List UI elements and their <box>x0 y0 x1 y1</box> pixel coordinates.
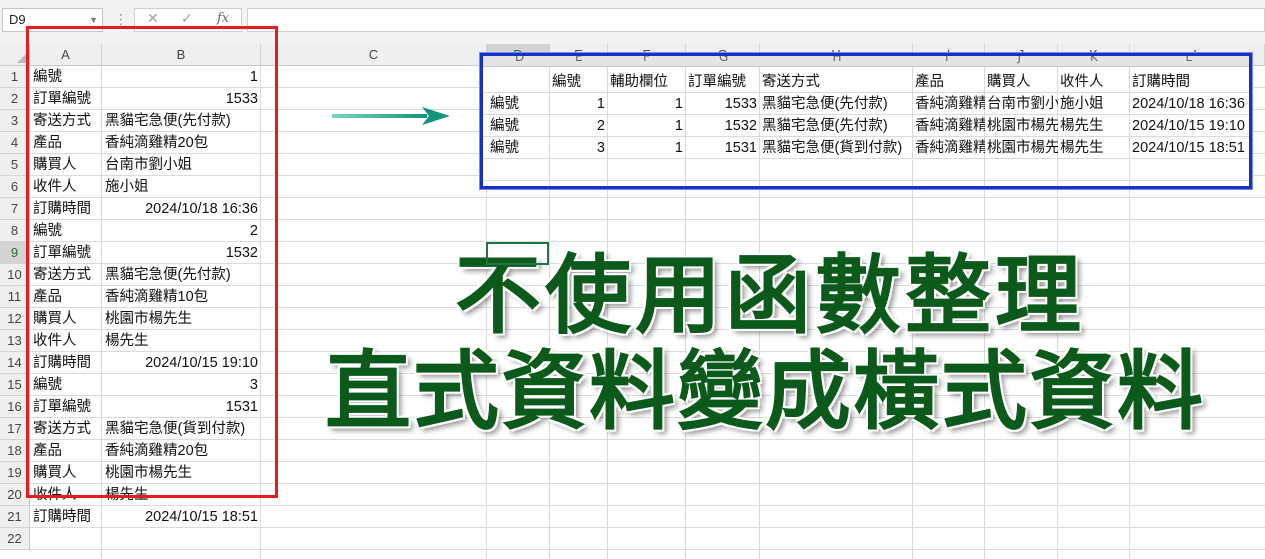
result-data-cell: 1531 <box>724 140 757 156</box>
check-icon[interactable]: ✓ <box>181 11 193 27</box>
result-data-cell: 香純滴雞精20包 <box>915 140 985 156</box>
result-data-cell: 香純滴雞精10包 <box>915 118 985 134</box>
name-box-value: D9 <box>9 12 26 27</box>
gridline-horizontal <box>30 549 1265 550</box>
arrow-right-icon <box>332 107 450 125</box>
result-data-cell: 1 <box>596 96 605 112</box>
formula-input[interactable] <box>247 8 1265 32</box>
result-header-cell: 訂單編號 <box>688 74 746 90</box>
result-data-cell: 2024/10/18 16:36 <box>1132 96 1245 112</box>
result-data-cell: 黑貓宅急便(先付款) <box>762 118 888 134</box>
result-header-cell: 寄送方式 <box>762 74 820 90</box>
result-data-cell: 1 <box>674 140 683 156</box>
result-data-cell: 編號 <box>490 96 519 112</box>
result-data-cell: 施小姐 <box>1060 96 1104 112</box>
result-data-cell: 編號 <box>490 118 519 134</box>
result-data-cell: 黑貓宅急便(貨到付款) <box>762 140 903 156</box>
result-data-cell: 1533 <box>724 96 757 112</box>
result-header-cell: 產品 <box>915 74 944 90</box>
result-header-cell: 編號 <box>552 74 581 90</box>
result-column-letter: L <box>1185 56 1193 64</box>
result-column-letter: J <box>1017 56 1022 64</box>
title-line-2: 直式資料變成橫式資料 <box>325 342 1205 442</box>
result-column-letter: D <box>515 56 525 64</box>
result-data-cell: 黑貓宅急便(先付款) <box>762 96 888 112</box>
active-cell-d9[interactable] <box>486 242 549 265</box>
result-data-cell: 台南市劉小姐 <box>987 96 1058 112</box>
result-data-cell: 1 <box>674 96 683 112</box>
result-column-letter: I <box>945 56 949 64</box>
result-data-cell: 桃園市楊先生 <box>987 118 1058 134</box>
result-data-cell: 2 <box>596 118 605 134</box>
row-header-22[interactable]: 22 <box>0 528 30 550</box>
close-icon[interactable]: ✕ <box>147 11 159 27</box>
result-data-cell: 編號 <box>490 140 519 156</box>
result-column-letter: F <box>643 56 650 64</box>
result-header-cell: 購買人 <box>987 74 1031 90</box>
result-column-letter: E <box>575 56 583 64</box>
result-data-cell: 1532 <box>724 118 757 134</box>
cell-b21[interactable]: 2024/10/15 18:51 <box>102 506 261 528</box>
result-table-column-headers: D E F G H I J K L <box>483 56 1249 67</box>
result-header-cell: 收件人 <box>1060 74 1104 90</box>
fx-icon[interactable]: fx <box>217 11 229 26</box>
result-gridline-horizontal <box>483 180 1249 181</box>
result-data-cell: 2024/10/15 18:51 <box>1132 140 1245 156</box>
result-data-cell: 3 <box>596 140 605 156</box>
result-column-letter: G <box>719 56 729 64</box>
result-data-cell: 楊先生 <box>1060 140 1104 156</box>
result-data-cell: 香純滴雞精20包 <box>915 96 985 112</box>
result-header-cell: 輔助欄位 <box>610 74 668 90</box>
result-data-cell: 桃園市楊先生 <box>987 140 1058 156</box>
row-header-21[interactable]: 21 <box>0 506 30 528</box>
cell-a21[interactable]: 訂購時間 <box>30 506 102 528</box>
result-table-panel: DEFGHIJKL 編號 輔助欄位 訂單編號 寄送方式 產品 購買人 收件人 訂購時間 編號 1 1… <box>480 53 1252 189</box>
column-header-c[interactable]: C <box>261 44 487 66</box>
result-column-letter: H <box>832 56 842 64</box>
result-column-letter: K <box>1090 56 1098 64</box>
result-data-cell: 2024/10/15 19:10 <box>1132 118 1245 134</box>
result-data-cell: 楊先生 <box>1060 118 1104 134</box>
result-header-cell: 訂購時間 <box>1132 74 1190 90</box>
result-data-cell: 1 <box>674 118 683 134</box>
source-data-highlight <box>26 26 278 498</box>
